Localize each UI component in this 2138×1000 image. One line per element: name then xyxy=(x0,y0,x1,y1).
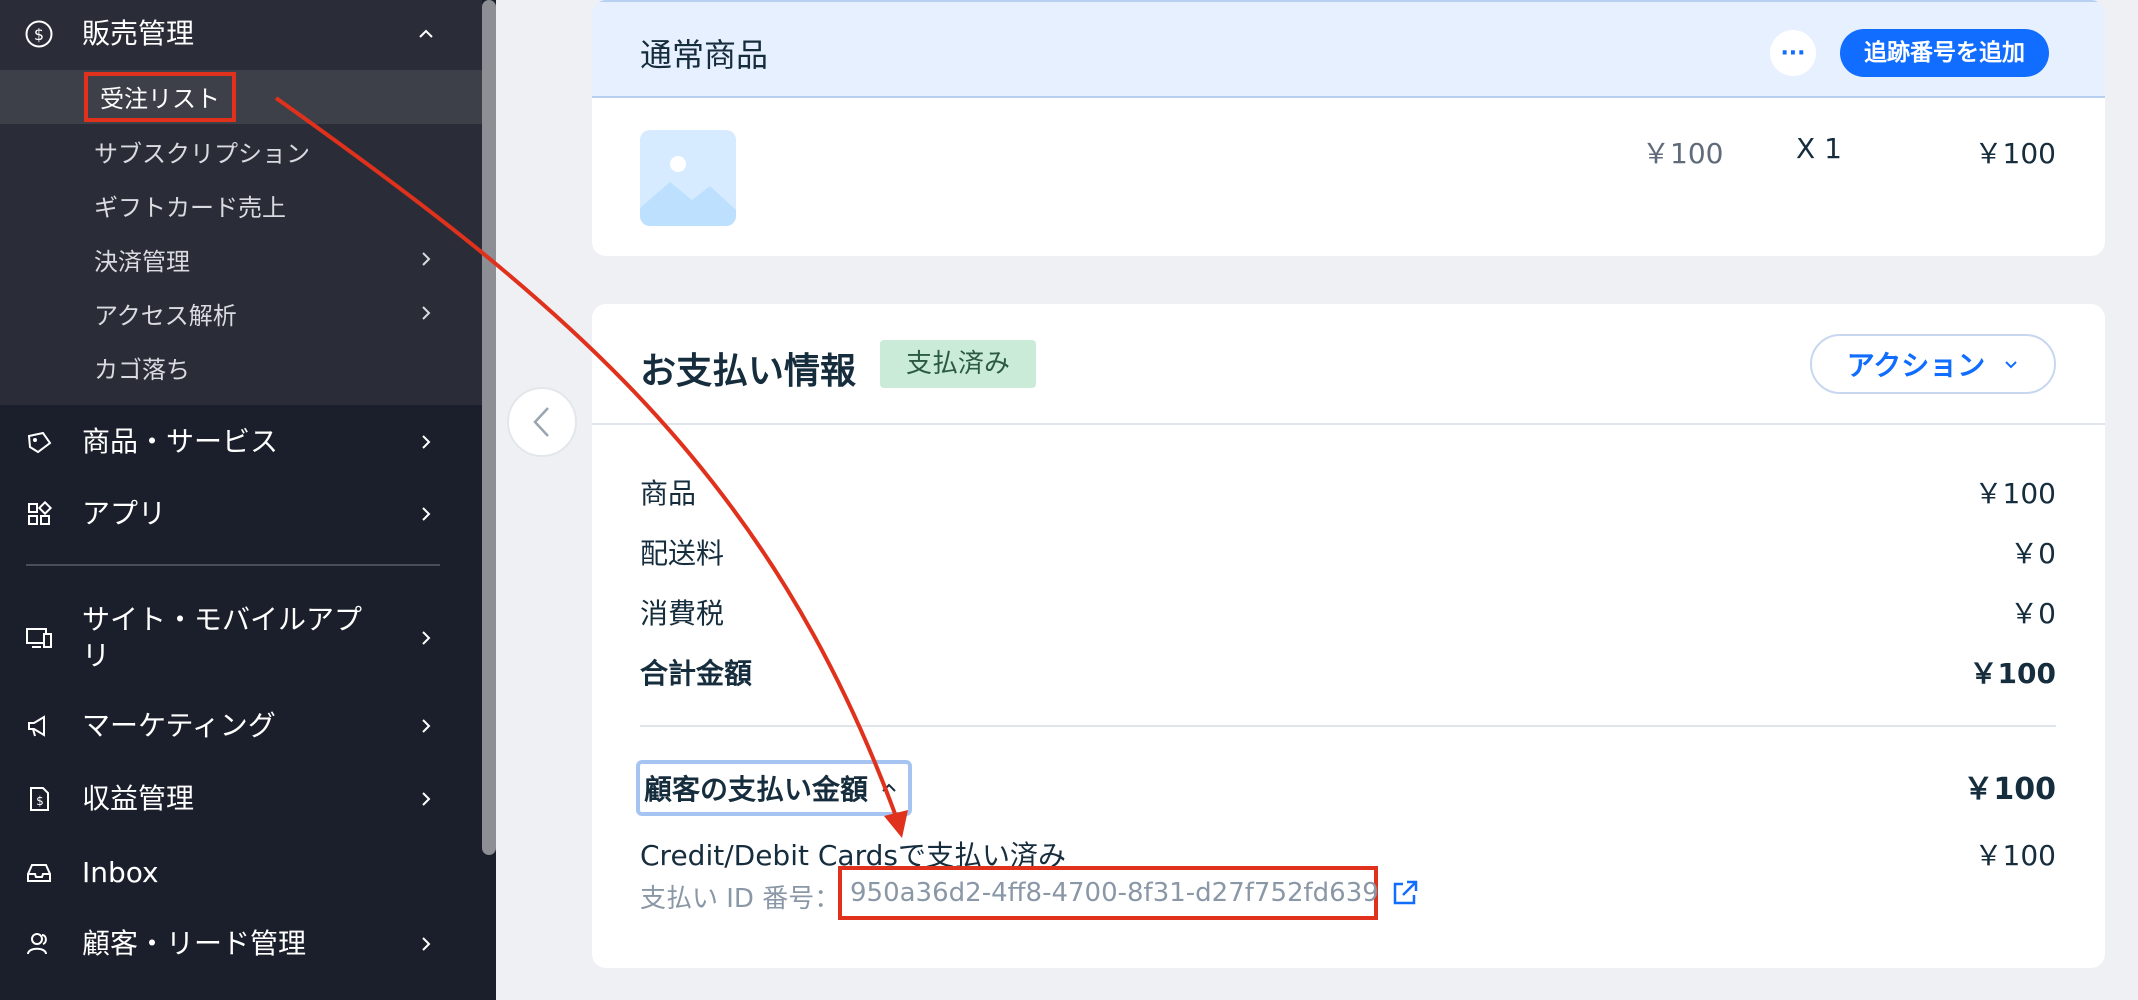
sidebar-subitem-label: サブスクリプション xyxy=(94,139,310,168)
invoice-dollar-icon: $ xyxy=(24,784,54,814)
dollar-circle-icon: $ xyxy=(24,19,54,49)
sidebar-item-customers-leads[interactable]: 顧客・リード管理 xyxy=(0,924,482,964)
chevron-right-icon xyxy=(416,716,436,736)
summary-row-tax: 消費税 ￥0 xyxy=(640,592,2056,632)
products-card-header: 通常商品 ··· 追跡番号を追加 xyxy=(592,0,2105,98)
svg-text:$: $ xyxy=(34,25,44,44)
sidebar-subitem-label: カゴ落ち xyxy=(94,355,190,384)
payment-id-label: 支払い ID 番号： xyxy=(640,884,841,914)
product-quantity: X 1 xyxy=(1796,132,1842,165)
sidebar-subitem-gift-cards[interactable]: ギフトカード売上 xyxy=(0,178,482,232)
chevron-right-icon xyxy=(416,249,436,269)
total-label: 合計金額 xyxy=(640,657,753,690)
summary-label: 商品 xyxy=(640,477,697,510)
payment-status-badge: 支払済み xyxy=(880,340,1037,388)
chevron-right-icon xyxy=(416,934,436,954)
sidebar-item-label: アプリ xyxy=(82,497,167,530)
devices-icon xyxy=(24,623,54,653)
sidebar-item-label: Inbox xyxy=(82,856,159,889)
sidebar-item-label: 収益管理 xyxy=(82,782,195,815)
payment-header-divider xyxy=(592,423,2105,425)
sidebar-item-marketing[interactable]: マーケティング xyxy=(0,706,482,746)
summary-divider xyxy=(640,725,2056,727)
chevron-right-icon xyxy=(416,303,436,323)
tag-icon xyxy=(24,427,54,457)
sidebar-item-site-mobile-app[interactable]: サイト・モバイルアプリ xyxy=(0,600,482,676)
sidebar-item-products-services[interactable]: 商品・サービス xyxy=(0,422,482,462)
sidebar-item-label: 販売管理 xyxy=(82,17,195,50)
chevron-right-icon xyxy=(416,432,436,452)
megaphone-icon xyxy=(24,711,54,741)
customer-paid-label: 顧客の支払い金額 xyxy=(644,773,869,806)
product-image-placeholder-icon xyxy=(640,130,736,226)
chevron-right-icon xyxy=(416,628,436,648)
sidebar-subitem-label: ギフトカード売上 xyxy=(94,193,286,222)
sidebar-item-label: 商品・サービス xyxy=(82,425,279,458)
svg-text:$: $ xyxy=(36,794,44,808)
external-link-icon[interactable] xyxy=(1390,878,1420,908)
sidebar-item-inbox[interactable]: Inbox xyxy=(0,853,482,893)
sidebar-subitem-label: アクセス解析 xyxy=(94,301,237,330)
sidebar-item-sales[interactable]: $ 販売管理 xyxy=(0,14,482,54)
summary-value: ￥0 xyxy=(2010,537,2056,570)
sidebar-subitem-analytics[interactable]: アクセス解析 xyxy=(0,286,482,340)
sidebar-item-label: マーケティング xyxy=(82,709,276,742)
sidebar-item-revenue[interactable]: $ 収益管理 xyxy=(0,779,482,819)
sidebar-divider xyxy=(26,564,440,566)
summary-label: 消費税 xyxy=(640,597,725,630)
sidebar-subitem-label: 決済管理 xyxy=(94,247,190,276)
products-section-title: 通常商品 xyxy=(640,36,769,74)
sidebar-item-apps[interactable]: アプリ xyxy=(0,494,482,534)
collapse-sidebar-button[interactable] xyxy=(507,387,577,457)
summary-row-total: 合計金額 ￥100 xyxy=(640,652,2056,692)
chevron-left-icon xyxy=(533,407,549,437)
chevron-up-icon xyxy=(882,783,896,792)
chevron-right-icon xyxy=(416,789,436,809)
payment-method-amount: ￥100 xyxy=(1974,839,2056,872)
sidebar-subitem-subscriptions[interactable]: サブスクリプション xyxy=(0,124,482,178)
customer-paid-toggle[interactable]: 顧客の支払い金額 xyxy=(636,760,913,816)
sidebar-item-label: 顧客・リード管理 xyxy=(82,927,307,960)
summary-row-shipping: 配送料 ￥0 xyxy=(640,532,2056,572)
sidebar-subitem-orders[interactable]: 受注リスト xyxy=(0,70,482,124)
app-root: $ 販売管理 受注リスト サブスクリプション ギフトカード売上 決済管理 アクセ… xyxy=(0,0,2138,1000)
add-tracking-number-button[interactable]: 追跡番号を追加 xyxy=(1840,29,2049,77)
sidebar-item-label: サイト・モバイルアプリ xyxy=(82,603,363,672)
sidebar-subitem-payments[interactable]: 決済管理 xyxy=(0,232,482,286)
payment-info-card: お支払い情報 支払済み アクション 商品 ￥100 配送料 ￥0 消費税 ￥0 … xyxy=(592,304,2105,968)
summary-row-items: 商品 ￥100 xyxy=(640,472,2056,512)
products-card: 通常商品 ··· 追跡番号を追加 ￥100 X 1 ￥100 xyxy=(592,0,2105,256)
actions-dropdown-button[interactable]: アクション xyxy=(1810,334,2056,394)
sidebar: $ 販売管理 受注リスト サブスクリプション ギフトカード売上 決済管理 アクセ… xyxy=(0,0,496,1000)
apps-grid-icon xyxy=(24,499,54,529)
people-icon xyxy=(24,929,54,959)
chevron-up-icon xyxy=(416,24,436,44)
chevron-right-icon xyxy=(416,504,436,524)
customer-paid-amount: ￥100 xyxy=(1963,772,2056,807)
summary-value: ￥0 xyxy=(2010,597,2056,630)
actions-dropdown-label: アクション xyxy=(1846,349,1986,382)
more-options-button[interactable]: ··· xyxy=(1770,30,1816,76)
sidebar-subitem-abandoned-carts[interactable]: カゴ落ち xyxy=(0,340,482,394)
summary-value: ￥100 xyxy=(1974,477,2056,510)
payment-section-title: お支払い情報 xyxy=(640,351,857,392)
sidebar-subitem-label: 受注リスト xyxy=(84,72,236,122)
payment-id-value: 950a36d2-4ff8-4700-8f31-d27f752fd639 xyxy=(850,878,1379,908)
total-value: ￥100 xyxy=(1969,657,2056,690)
inbox-icon xyxy=(24,858,54,888)
product-unit-price: ￥100 xyxy=(1642,137,1724,170)
chevron-down-icon xyxy=(2005,361,2018,369)
sidebar-scrollbar[interactable] xyxy=(482,0,496,855)
product-line-total: ￥100 xyxy=(1974,137,2056,170)
summary-label: 配送料 xyxy=(640,537,725,570)
